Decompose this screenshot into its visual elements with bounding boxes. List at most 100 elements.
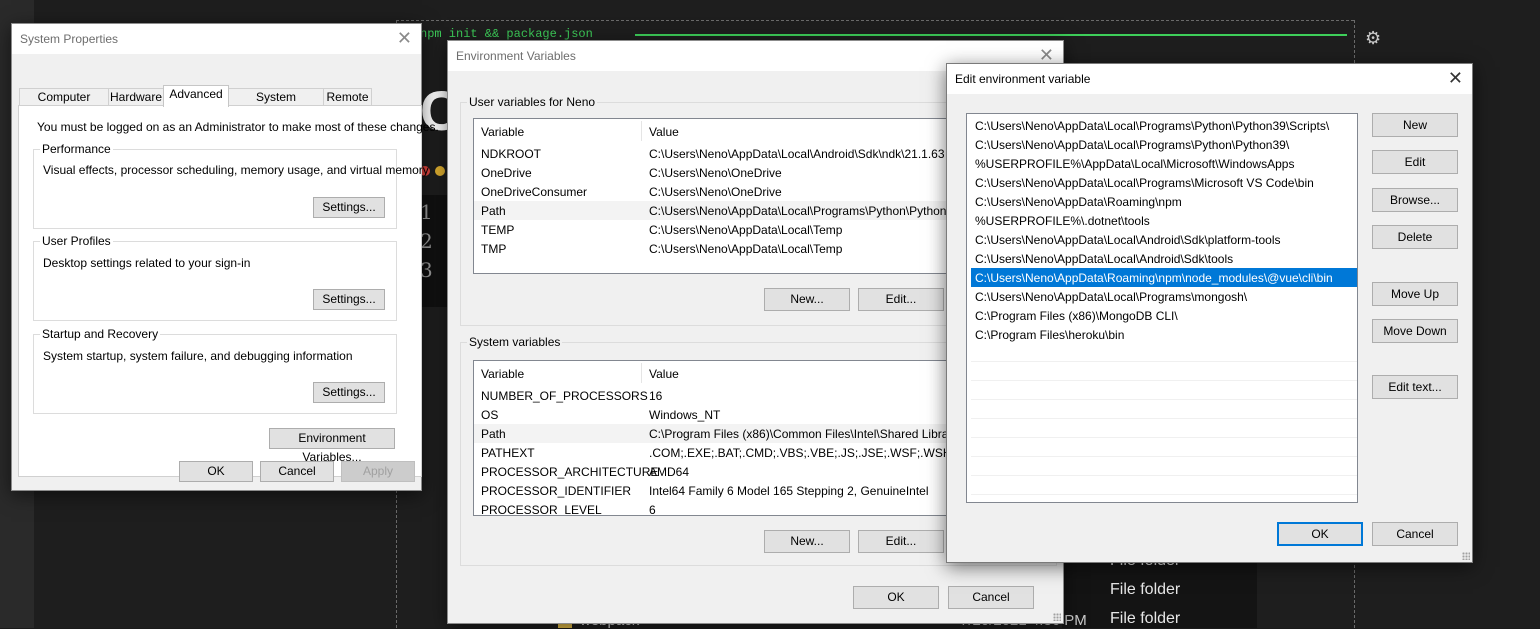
list-item[interactable]: C:\Users\Neno\AppData\Local\Programs\mon… [971,287,1357,306]
list-item[interactable]: %USERPROFILE%\.dotnet\tools [971,211,1357,230]
window-title: Edit environment variable [955,72,1091,86]
row-value: Intel64 Family 6 Model 165 Stepping 2, G… [649,484,929,498]
system-new-button[interactable]: New... [764,530,850,553]
user-edit-button[interactable]: Edit... [858,288,944,311]
path-text: C:\Program Files\heroku\bin [975,328,1125,342]
path-text: C:\Program Files (x86)\MongoDB CLI\ [975,309,1178,323]
row-value: C:\Users\Neno\AppData\Local\Programs\Pyt… [649,204,947,218]
empty-row-divider [971,456,1357,457]
list-item[interactable]: C:\Program Files\heroku\bin [971,325,1357,344]
path-entries-list[interactable]: C:\Users\Neno\AppData\Local\Programs\Pyt… [966,113,1358,503]
file-type-label: File folder [1110,610,1181,627]
row-value: C:\Users\Neno\OneDrive [649,185,782,199]
editor-guide-line [396,20,1354,21]
row-variable: TEMP [481,223,515,237]
tab-remote[interactable]: Remote [323,88,372,106]
close-icon[interactable]: ✕ [1039,45,1054,65]
empty-row-divider [971,494,1357,495]
resize-grip-icon[interactable] [1053,613,1061,621]
edit-text-button[interactable]: Edit text... [1372,375,1458,399]
admin-note: You must be logged on as an Administrato… [37,120,439,134]
cancel-button[interactable]: Cancel [948,586,1034,609]
list-item[interactable]: C:\Users\Neno\AppData\Local\Android\Sdk\… [971,249,1357,268]
gear-icon[interactable]: ⚙ [1365,29,1381,47]
tab-panel-advanced: You must be logged on as an Administrato… [18,105,439,477]
column-header-value[interactable]: Value [649,125,679,139]
path-text: C:\Users\Neno\AppData\Roaming\npm [975,195,1182,209]
row-variable: OneDriveConsumer [481,185,588,199]
row-variable: NDKROOT [481,147,541,161]
ok-button[interactable]: OK [853,586,939,609]
row-value: C:\Users\Neno\AppData\Local\Temp [649,242,843,256]
list-item[interactable]: C:\Users\Neno\AppData\Local\Programs\Mic… [971,173,1357,192]
user-profiles-group: User Profiles Desktop settings related t… [33,234,397,321]
startup-recovery-group: Startup and Recovery System startup, sys… [33,327,397,414]
new-button[interactable]: New [1372,113,1458,137]
tab-system-protection[interactable]: System Protection [228,88,324,121]
list-item[interactable]: C:\Program Files (x86)\MongoDB CLI\ [971,306,1357,325]
row-variable: PATHEXT [481,446,535,460]
tab-advanced[interactable]: Advanced [163,85,229,107]
background-command-text: npm init && package.json [420,27,593,41]
row-variable: PROCESSOR_LEVEL [481,503,602,516]
column-divider[interactable] [641,363,642,383]
tab-hardware[interactable]: Hardware [108,88,164,106]
environment-variables-button[interactable]: Environment Variables... [269,428,395,464]
path-text: C:\Users\Neno\AppData\Roaming\npm\node_m… [975,271,1333,285]
path-text: C:\Users\Neno\AppData\Local\Programs\Pyt… [975,119,1330,133]
row-variable: OneDrive [481,166,532,180]
edit-button[interactable]: Edit [1372,150,1458,174]
move-up-button[interactable]: Move Up [1372,282,1458,306]
performance-settings-button[interactable]: Settings... [313,197,385,218]
path-text: C:\Users\Neno\AppData\Local\Programs\mon… [975,290,1248,304]
row-value: .COM;.EXE;.BAT;.CMD;.VBS;.VBE;.JS;.JSE;.… [649,446,985,460]
row-variable: OS [481,408,499,422]
resize-grip-icon[interactable] [1462,552,1470,560]
list-item-selected[interactable]: C:\Users\Neno\AppData\Roaming\npm\node_m… [971,268,1357,287]
row-value: AMD64 [649,465,690,479]
list-item[interactable]: C:\Users\Neno\AppData\Local\Programs\Pyt… [971,135,1357,154]
path-text: C:\Users\Neno\AppData\Local\Programs\Pyt… [975,138,1290,152]
row-value: Windows_NT [649,408,721,422]
column-header-variable[interactable]: Variable [481,367,524,381]
column-header-value[interactable]: Value [649,367,679,381]
list-item[interactable]: %USERPROFILE%\AppData\Local\Microsoft\Wi… [971,154,1357,173]
apply-button[interactable]: Apply [341,461,415,482]
list-item[interactable]: C:\Users\Neno\AppData\Roaming\npm [971,192,1357,211]
path-text: %USERPROFILE%\AppData\Local\Microsoft\Wi… [975,157,1295,171]
delete-button[interactable]: Delete [1372,225,1458,249]
ok-button[interactable]: OK [179,461,253,482]
column-divider[interactable] [641,121,642,141]
system-edit-button[interactable]: Edit... [858,530,944,553]
user-profiles-settings-button[interactable]: Settings... [313,289,385,310]
close-icon[interactable]: ✕ [1448,68,1463,88]
column-header-variable[interactable]: Variable [481,125,524,139]
cancel-button[interactable]: Cancel [260,461,334,482]
row-variable: PROCESSOR_IDENTIFIER [481,484,632,498]
browse-button[interactable]: Browse... [1372,188,1458,212]
group-description: System startup, system failure, and debu… [43,349,353,363]
row-variable: NUMBER_OF_PROCESSORS [481,389,648,403]
path-text: C:\Users\Neno\AppData\Local\Android\Sdk\… [975,233,1281,247]
empty-row-divider [971,418,1357,419]
empty-row-divider [971,475,1357,476]
title-bar: Edit environment variable ✕ [947,64,1472,94]
move-down-button[interactable]: Move Down [1372,319,1458,343]
row-value: C:\Users\Neno\AppData\Local\Temp [649,223,843,237]
cancel-button[interactable]: Cancel [1372,522,1458,546]
tab-computer-name[interactable]: Computer Name [19,88,109,121]
list-item[interactable]: C:\Users\Neno\AppData\Local\Programs\Pyt… [971,116,1357,135]
group-label: Startup and Recovery [40,327,161,341]
list-item[interactable]: C:\Users\Neno\AppData\Local\Android\Sdk\… [971,230,1357,249]
startup-settings-button[interactable]: Settings... [313,382,385,403]
close-icon[interactable]: ✕ [397,28,412,48]
group-label: System variables [467,335,563,349]
yellow-dot-icon [435,166,445,176]
window-title: Environment Variables [456,49,576,63]
user-new-button[interactable]: New... [764,288,850,311]
ok-button[interactable]: OK [1277,522,1363,546]
empty-row-divider [971,361,1357,362]
path-text: C:\Users\Neno\AppData\Local\Programs\Mic… [975,176,1314,190]
row-value: C:\Users\Neno\AppData\Local\Android\Sdk\… [649,147,945,161]
edit-env-var-window: Edit environment variable ✕ C:\Users\Nen… [946,63,1473,563]
